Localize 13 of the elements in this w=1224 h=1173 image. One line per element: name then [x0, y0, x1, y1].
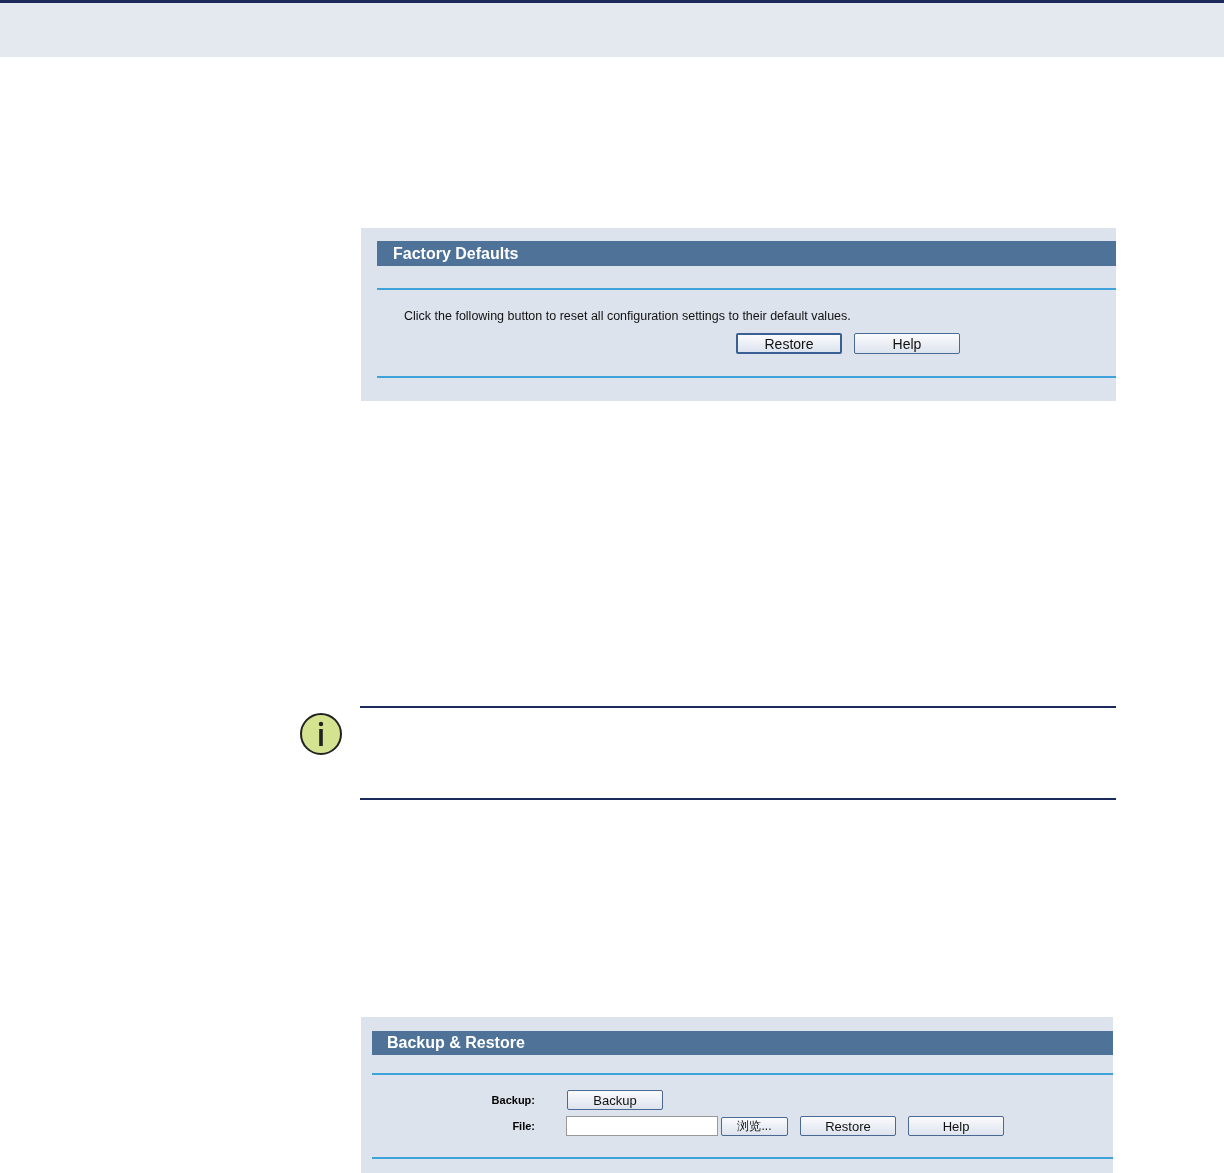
panel-title: Factory Defaults [377, 241, 1116, 266]
field-label: Backup: [490, 1094, 535, 1106]
action-button[interactable]: Help [908, 1116, 1004, 1136]
field-label: File: [511, 1120, 535, 1132]
browse-button[interactable]: 浏览... [721, 1116, 788, 1136]
info-icon [298, 712, 344, 756]
action-button[interactable]: Restore [736, 333, 842, 354]
action-button[interactable]: Help [854, 333, 960, 354]
backup-button[interactable]: Backup [567, 1090, 663, 1110]
action-button[interactable]: Restore [800, 1116, 896, 1136]
file-input-field[interactable] [566, 1116, 718, 1136]
panel-title: Backup & Restore [372, 1031, 1113, 1055]
description-text: Click the following button to reset all configuration settings to their default values. [404, 309, 852, 323]
